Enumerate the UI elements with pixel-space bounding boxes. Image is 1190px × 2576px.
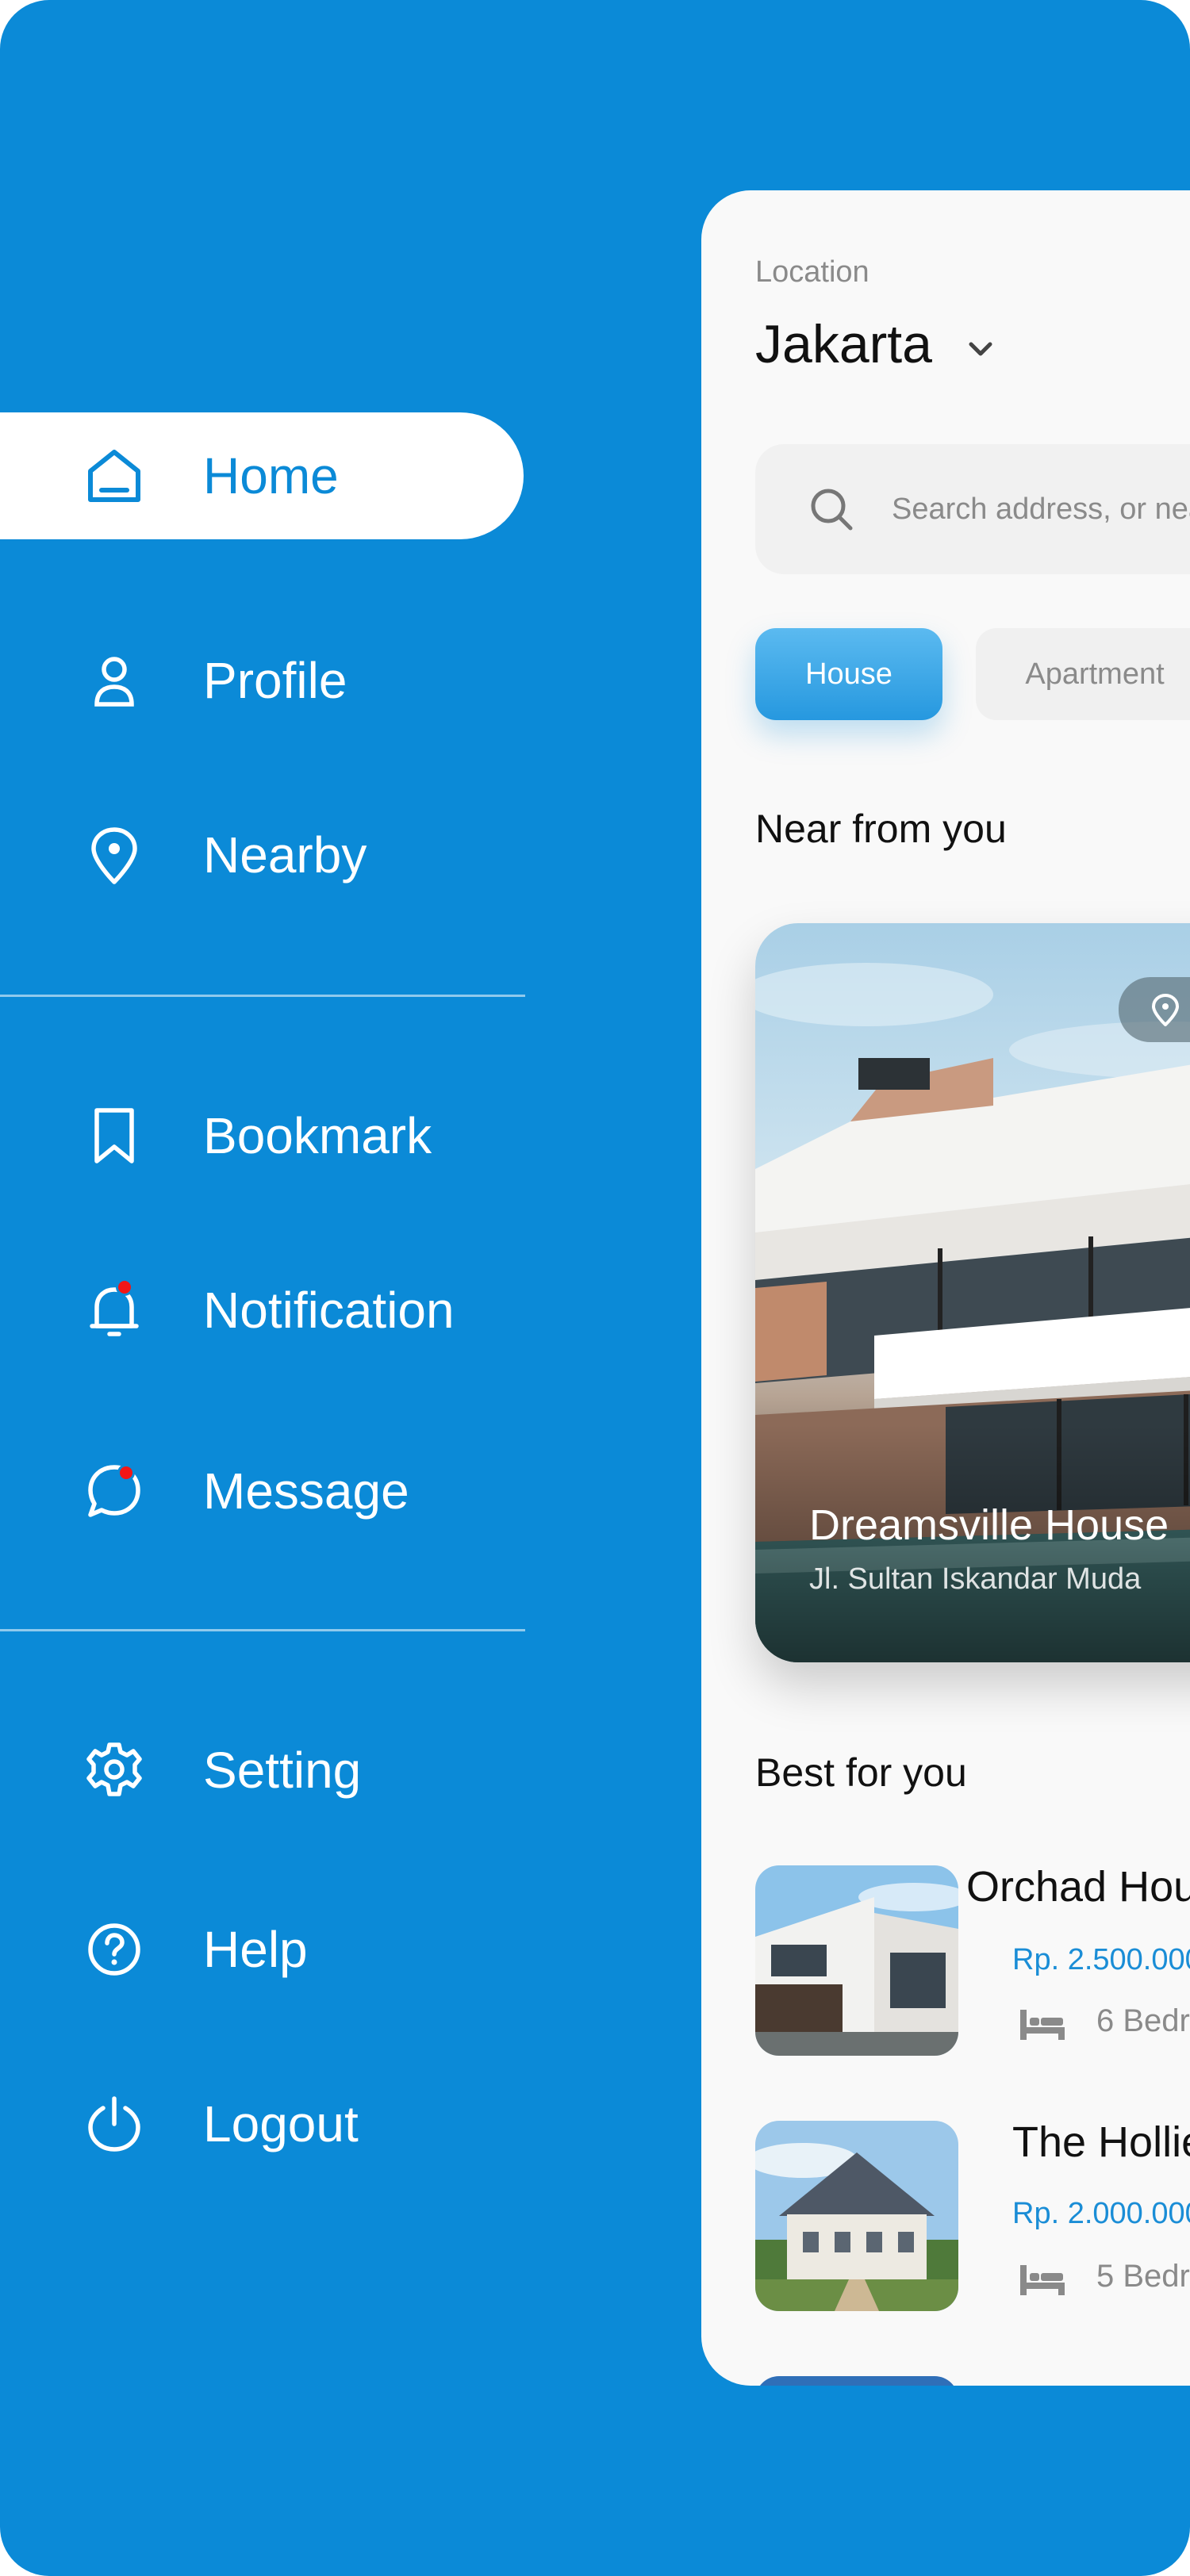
- app-screen: Home Profile Nearby Bookmark Notificatio…: [0, 0, 1190, 2576]
- home-panel: Location Jakarta House Apartment Near fr…: [701, 190, 1190, 2386]
- property-title: Orchad House: [966, 1863, 1190, 1911]
- location-pin-icon: [1151, 993, 1180, 1026]
- property-photo: [755, 2121, 958, 2311]
- search-input[interactable]: [892, 479, 1190, 539]
- sidebar-item-logout[interactable]: Logout: [0, 2060, 524, 2187]
- sidebar-item-label: Home: [203, 447, 339, 504]
- property-price: Rp. 2.500.000.000 / Year: [1012, 1943, 1190, 1976]
- property-thumbnail[interactable]: [755, 1865, 958, 2056]
- location-selector[interactable]: Jakarta: [755, 313, 932, 375]
- sidebar-item-setting[interactable]: Setting: [0, 1707, 524, 1834]
- property-price: Rp. 2.000.000.000 / Year: [1012, 2197, 1190, 2230]
- sidebar-item-notification[interactable]: Notification: [0, 1247, 524, 1374]
- power-icon: [84, 2094, 144, 2154]
- chat-icon: [84, 1461, 144, 1521]
- property-thumbnail[interactable]: [755, 2376, 958, 2386]
- sidebar-item-label: Message: [203, 1462, 409, 1520]
- distance-badge: [1119, 977, 1190, 1042]
- best-section-title: Best for you: [755, 1750, 967, 1795]
- sidebar-divider: [0, 1629, 525, 1631]
- bed-icon: [1020, 2010, 1065, 2040]
- sidebar-item-label: Bookmark: [203, 1107, 432, 1164]
- notification-badge: [116, 1278, 133, 1296]
- property-card-title: Dreamsville House: [809, 1501, 1169, 1549]
- sidebar-item-label: Help: [203, 1921, 308, 1978]
- property-bedrooms: 5 Bedroom: [1096, 2259, 1190, 2294]
- sidebar-item-nearby[interactable]: Nearby: [0, 792, 524, 918]
- property-card[interactable]: Dreamsville House Jl. Sultan Iskandar Mu…: [755, 923, 1190, 1662]
- property-title: The Hollies House: [1012, 2118, 1190, 2166]
- help-icon: [84, 1919, 144, 1980]
- property-photo: [755, 1865, 958, 2056]
- chevron-down-icon[interactable]: [965, 333, 996, 365]
- bookmark-icon: [84, 1106, 144, 1166]
- sidebar-item-bookmark[interactable]: Bookmark: [0, 1072, 524, 1199]
- property-card-address: Jl. Sultan Iskandar Muda: [809, 1562, 1142, 1596]
- sidebar-item-label: Profile: [203, 652, 347, 709]
- property-bedrooms: 6 Bedroom: [1096, 2003, 1190, 2038]
- category-chip-house[interactable]: House: [755, 628, 942, 720]
- sidebar-item-label: Nearby: [203, 826, 367, 884]
- near-section-title: Near from you: [755, 807, 1007, 851]
- sidebar-item-profile[interactable]: Profile: [0, 617, 524, 744]
- bell-icon: [84, 1280, 144, 1340]
- property-thumbnail[interactable]: [755, 2121, 958, 2311]
- message-badge: [117, 1464, 135, 1482]
- user-icon: [84, 650, 144, 711]
- sidebar-item-help[interactable]: Help: [0, 1886, 524, 2013]
- sidebar-item-home[interactable]: Home: [0, 412, 524, 539]
- sidebar-item-label: Notification: [203, 1282, 455, 1339]
- sidebar-item-message[interactable]: Message: [0, 1428, 524, 1554]
- search-icon: [811, 489, 853, 531]
- sidebar-divider: [0, 995, 525, 997]
- location-caption: Location: [755, 255, 869, 289]
- bed-icon: [1020, 2265, 1065, 2295]
- gear-icon: [84, 1740, 144, 1800]
- category-chip-apartment[interactable]: Apartment: [976, 628, 1190, 720]
- sidebar-item-label: Logout: [203, 2095, 359, 2152]
- sidebar-item-label: Setting: [203, 1742, 362, 1799]
- location-pin-icon: [84, 825, 144, 885]
- home-icon: [84, 446, 144, 506]
- search-bar[interactable]: [755, 444, 1190, 574]
